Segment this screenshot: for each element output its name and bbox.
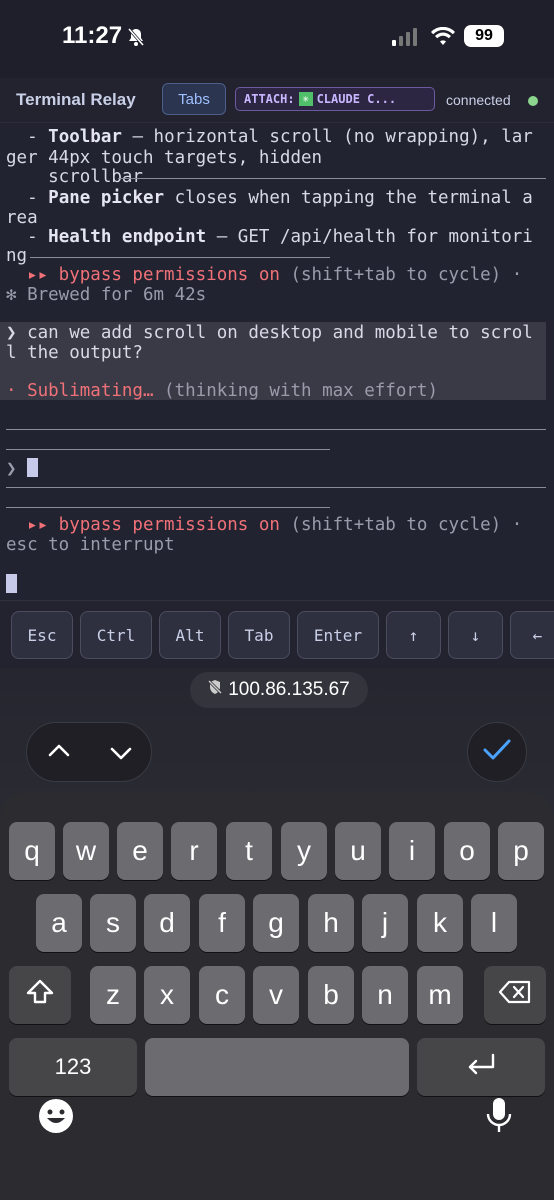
numbers-key[interactable]: 123: [9, 1038, 137, 1096]
key-o[interactable]: o: [444, 822, 490, 880]
wifi-icon: [430, 26, 456, 52]
terminal-line: rea: [6, 208, 38, 228]
clock: 11:27: [62, 22, 123, 49]
cursor: [27, 458, 39, 477]
attach-session-button[interactable]: ATTACH: ✳ CLAUDE C...: [235, 87, 435, 111]
divider: [118, 178, 546, 179]
input-prompt[interactable]: ❯: [6, 458, 39, 479]
terminal-keybar[interactable]: Esc Ctrl Alt Tab Enter ↑ ↓ ←: [0, 600, 554, 669]
user-message-line: ❯ can we add scroll on desktop and mobil…: [6, 323, 533, 343]
url-text: 100.86.135.67: [228, 679, 350, 700]
terminal-line: ✻ Brewed for 6m 42s: [6, 285, 207, 305]
space-key[interactable]: [145, 1038, 409, 1096]
key-f[interactable]: f: [199, 894, 245, 952]
key-c[interactable]: c: [199, 966, 245, 1024]
key-w[interactable]: w: [63, 822, 109, 880]
status-bar: 11:27 99: [0, 0, 554, 76]
backspace-icon: [498, 979, 532, 1012]
key-r[interactable]: r: [171, 822, 217, 880]
user-message-line: l the output?: [6, 343, 143, 363]
key-enter[interactable]: Enter: [297, 611, 379, 659]
key-b[interactable]: b: [308, 966, 354, 1024]
battery-icon: 99: [464, 25, 504, 47]
key-q[interactable]: q: [9, 822, 55, 880]
divider: [6, 429, 546, 430]
return-icon: [465, 1051, 497, 1083]
url-bar[interactable]: 100.86.135.67: [190, 672, 368, 708]
key-m[interactable]: m: [417, 966, 463, 1024]
key-ctrl[interactable]: Ctrl: [80, 611, 152, 659]
key-g[interactable]: g: [253, 894, 299, 952]
tabs-button[interactable]: Tabs: [162, 83, 226, 115]
key-k[interactable]: k: [417, 894, 463, 952]
divider: [6, 507, 330, 508]
not-secure-icon: [208, 679, 223, 701]
attach-label: ATTACH:: [244, 92, 295, 106]
key-s[interactable]: s: [90, 894, 136, 952]
connection-status: connected: [446, 92, 511, 108]
done-button[interactable]: [467, 722, 527, 782]
chevron-down-icon[interactable]: [109, 743, 133, 768]
key-h[interactable]: h: [308, 894, 354, 952]
terminal-output[interactable]: - Toolbar — horizontal scroll (no wrappi…: [0, 123, 554, 600]
shift-key[interactable]: [9, 966, 71, 1024]
key-t[interactable]: t: [226, 822, 272, 880]
shift-icon: [25, 978, 55, 1013]
app-header: Terminal Relay Tabs ATTACH: ✳ CLAUDE C..…: [0, 78, 554, 123]
key-d[interactable]: d: [144, 894, 190, 952]
emoji-icon[interactable]: [38, 1098, 74, 1139]
connection-dot-icon: [528, 96, 538, 106]
key-z[interactable]: z: [90, 966, 136, 1024]
app-title: Terminal Relay: [16, 90, 136, 109]
terminal-line: ger 44px touch targets, hidden: [6, 148, 323, 168]
divider: [6, 487, 546, 488]
thinking-status: · Sublimating… (thinking with max effort…: [6, 381, 438, 401]
cellular-signal-icon: [392, 28, 420, 51]
key-arrow-down[interactable]: ↓: [448, 611, 503, 659]
on-screen-keyboard: q w e r t y u i o p a s d f g h j k l z …: [0, 792, 554, 1200]
terminal-line: - Pane picker closes when tapping the te…: [6, 188, 533, 208]
divider: [30, 257, 330, 258]
key-esc[interactable]: Esc: [11, 611, 73, 659]
terminal-line: scrollbar: [6, 167, 143, 187]
key-v[interactable]: v: [253, 966, 299, 1024]
key-u[interactable]: u: [335, 822, 381, 880]
terminal-line: ▸▸ bypass permissions on (shift+tab to c…: [6, 265, 523, 285]
chevron-up-icon[interactable]: [47, 741, 71, 766]
key-arrow-left[interactable]: ←: [510, 611, 554, 659]
key-arrow-up[interactable]: ↑: [386, 611, 441, 659]
checkmark-icon: [482, 738, 512, 767]
key-x[interactable]: x: [144, 966, 190, 1024]
terminal-line: - Toolbar — horizontal scroll (no wrappi…: [6, 127, 533, 147]
return-key[interactable]: [417, 1038, 545, 1096]
cursor: [6, 574, 17, 593]
key-i[interactable]: i: [389, 822, 435, 880]
claude-star-icon: ✳: [298, 92, 313, 106]
key-l[interactable]: l: [471, 894, 517, 952]
terminal-cursor-line: [6, 574, 17, 595]
terminal-line: ▸▸ bypass permissions on (shift+tab to c…: [6, 515, 523, 535]
key-p[interactable]: p: [498, 822, 544, 880]
key-tab[interactable]: Tab: [228, 611, 290, 659]
terminal-line: esc to interrupt: [6, 535, 175, 555]
key-y[interactable]: y: [281, 822, 327, 880]
key-e[interactable]: e: [117, 822, 163, 880]
key-n[interactable]: n: [362, 966, 408, 1024]
terminal-line: - Health endpoint — GET /api/health for …: [6, 227, 533, 247]
bell-muted-icon: [126, 27, 146, 52]
key-a[interactable]: a: [36, 894, 82, 952]
key-alt[interactable]: Alt: [159, 611, 221, 659]
key-j[interactable]: j: [362, 894, 408, 952]
form-navigation: [26, 722, 152, 782]
divider: [6, 449, 330, 450]
terminal-line: ng: [6, 246, 28, 266]
backspace-key[interactable]: [484, 966, 546, 1024]
keyboard-area: 100.86.135.67 q w e r t y u i o p a s d …: [0, 668, 554, 1200]
attach-session-name: CLAUDE C...: [316, 92, 397, 106]
microphone-icon[interactable]: [486, 1096, 512, 1141]
